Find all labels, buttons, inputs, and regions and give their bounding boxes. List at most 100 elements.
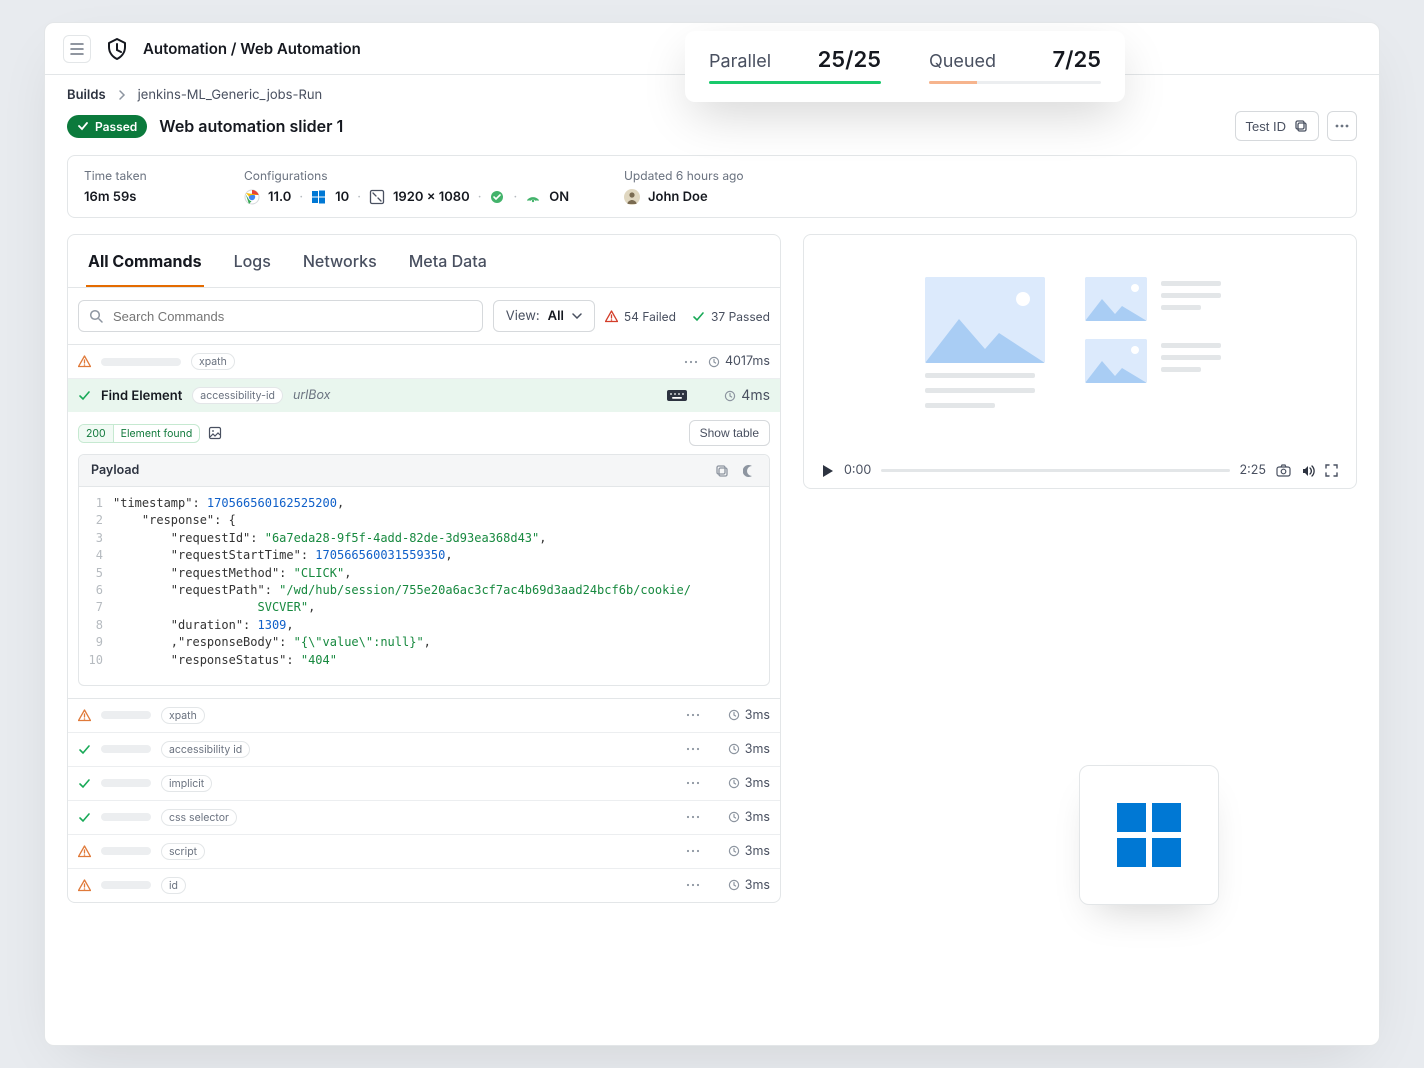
row-more-button[interactable]: [686, 815, 700, 819]
placeholder-image-icon: [1085, 339, 1147, 383]
view-select[interactable]: View: All: [493, 300, 595, 332]
avatar: [624, 189, 640, 205]
selector-chip: css selector: [161, 809, 237, 826]
command-row[interactable]: accessibility id 3ms: [68, 733, 780, 767]
placeholder-image-icon: [1085, 277, 1147, 321]
tab-networks[interactable]: Networks: [301, 235, 379, 287]
command-time: 3ms: [745, 810, 770, 825]
hamburger-icon: [70, 43, 84, 55]
check-icon: [78, 777, 91, 790]
commands-panel: All Commands Logs Networks Meta Data View: …: [67, 234, 781, 903]
command-time: 4017ms: [725, 354, 770, 369]
expanded-command: Find Element accessibility-id urlBox 4ms: [68, 379, 780, 699]
command-row[interactable]: css selector 3ms: [68, 801, 780, 835]
keyboard-icon: [666, 389, 688, 402]
breadcrumb-root[interactable]: Builds: [67, 87, 106, 103]
stats-card: Parallel 25/25 Queued 7/25: [685, 31, 1125, 102]
row-more-button[interactable]: [686, 781, 700, 785]
command-time: 3ms: [745, 878, 770, 893]
hamburger-menu[interactable]: [63, 35, 91, 63]
windows-version: 10: [335, 189, 349, 205]
row-more-button[interactable]: [686, 747, 700, 751]
windows-card: [1079, 765, 1219, 905]
time-taken-value: 16m 59s: [84, 189, 224, 205]
image-icon[interactable]: [208, 426, 222, 440]
show-table-button[interactable]: Show table: [689, 420, 770, 446]
video-total-time: 2:25: [1240, 463, 1266, 478]
clock-icon: [724, 390, 736, 402]
row-more-button[interactable]: [684, 360, 698, 364]
video-preview-card: 0:00 2:25: [803, 234, 1357, 489]
breadcrumb-current: jenkins-ML_Generic_jobs-Run: [138, 87, 323, 103]
chevron-right-icon: [116, 89, 128, 101]
chevron-down-icon: [572, 313, 582, 319]
tab-logs[interactable]: Logs: [232, 235, 273, 287]
volume-icon[interactable]: [1301, 464, 1315, 478]
video-current-time: 0:00: [844, 463, 871, 478]
queued-value: 7/25: [1052, 47, 1101, 73]
command-arg: urlBox: [293, 388, 331, 403]
meta-card: Time taken 16m 59s Configurations 11.0 ·…: [67, 155, 1357, 218]
tab-all-commands[interactable]: All Commands: [86, 235, 204, 287]
updated-label: Updated 6 hours ago: [624, 168, 1340, 183]
video-progress[interactable]: [881, 469, 1229, 472]
app-logo-icon: [105, 37, 129, 61]
row-more-button[interactable]: [686, 713, 700, 717]
time-taken-label: Time taken: [84, 168, 224, 183]
resolution-value: 1920 x 1080: [393, 189, 470, 205]
tab-meta-data[interactable]: Meta Data: [407, 235, 489, 287]
command-row[interactable]: xpath 3ms: [68, 699, 780, 733]
user-name: John Doe: [648, 189, 708, 205]
warning-icon: [78, 709, 91, 722]
check-icon: [78, 743, 91, 756]
selector-chip: xpath: [161, 707, 205, 724]
warning-icon: [78, 879, 91, 892]
selector-chip: xpath: [191, 353, 235, 370]
warning-icon: [605, 310, 618, 323]
fullscreen-icon[interactable]: [1325, 464, 1338, 477]
passed-count: 37 Passed: [692, 309, 770, 324]
theme-icon[interactable]: [743, 464, 757, 478]
search-input[interactable]: [111, 308, 472, 325]
payload-label: Payload: [91, 463, 139, 478]
failed-count: 54 Failed: [605, 309, 676, 324]
command-row[interactable]: id3ms: [68, 869, 780, 902]
check-icon: [692, 310, 705, 323]
selector-chip: script: [161, 843, 205, 860]
search-input-wrap[interactable]: [78, 300, 483, 332]
chrome-icon: [244, 189, 260, 205]
command-time: 3ms: [745, 742, 770, 757]
windows-icon: [311, 189, 327, 205]
check-icon: [78, 811, 91, 824]
selector-chip: accessibility id: [161, 741, 250, 758]
selector-chip: accessibility-id: [192, 387, 283, 404]
status-chip: 200 Element found: [78, 424, 200, 443]
row-more-button[interactable]: [686, 883, 700, 887]
copy-icon[interactable]: [715, 464, 729, 478]
more-button[interactable]: [1327, 111, 1357, 141]
command-row[interactable]: implicit3ms: [68, 767, 780, 801]
signal-icon: [525, 189, 541, 205]
status-badge: Passed: [67, 115, 147, 138]
row-more-button[interactable]: [686, 849, 700, 853]
parallel-value: 25/25: [818, 47, 881, 73]
command-row[interactable]: xpath 4017ms: [68, 345, 780, 379]
parallel-label: Parallel: [709, 51, 771, 72]
play-button[interactable]: [822, 464, 834, 478]
camera-icon[interactable]: [1276, 464, 1291, 477]
test-id-button[interactable]: Test ID: [1235, 111, 1319, 141]
local-icon: [489, 189, 505, 205]
command-time: 3ms: [745, 708, 770, 723]
app-title: Automation / Web Automation: [143, 39, 361, 58]
command-row[interactable]: script3ms: [68, 835, 780, 869]
local-value: ON: [549, 189, 569, 205]
command-time: 4ms: [741, 387, 770, 404]
more-horizontal-icon: [1335, 124, 1349, 128]
windows-logo-icon: [1117, 803, 1181, 867]
queued-label: Queued: [929, 51, 996, 72]
warning-icon: [78, 355, 91, 368]
resolution-icon: [369, 189, 385, 205]
selector-chip: implicit: [161, 775, 212, 792]
check-icon: [77, 120, 89, 132]
placeholder-image-icon: [925, 277, 1045, 363]
